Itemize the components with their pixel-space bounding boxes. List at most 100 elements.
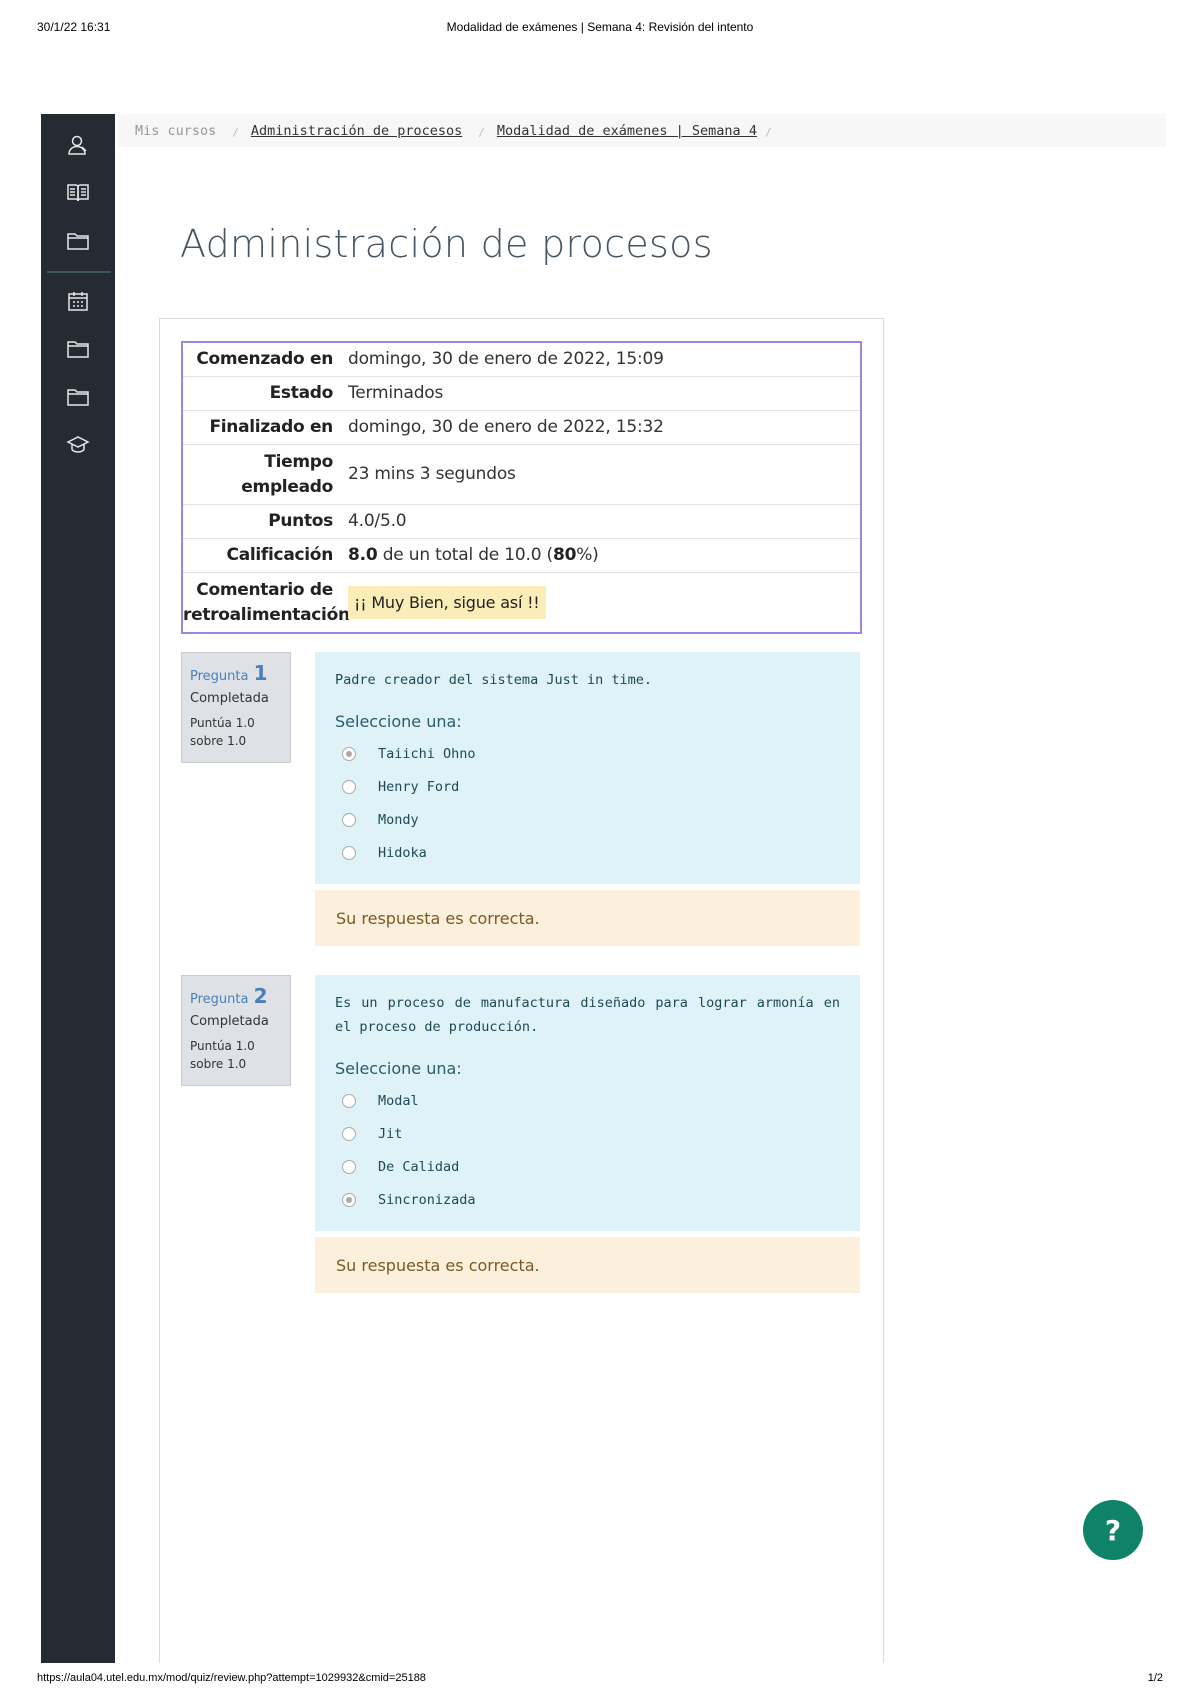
sidebar-item-folder-3[interactable] bbox=[41, 377, 115, 417]
help-button[interactable]: ? bbox=[1083, 1500, 1143, 1560]
answer-option[interactable]: Hidoka bbox=[335, 836, 840, 869]
summary-label-line: retroalimentación bbox=[183, 604, 350, 625]
radio[interactable] bbox=[342, 845, 356, 860]
sidebar-item-calendar[interactable] bbox=[41, 281, 115, 321]
question-grade: Puntúa 1.0 sobre 1.0 bbox=[190, 1037, 282, 1073]
grade-value: 8.0 bbox=[348, 545, 378, 565]
attempt-summary-table: Comenzado en domingo, 30 de enero de 202… bbox=[181, 341, 862, 634]
question-content-2: Es un proceso de manufactura diseñado pa… bbox=[315, 975, 860, 1231]
question-grade-line: sobre 1.0 bbox=[190, 734, 247, 748]
answer-option[interactable]: Henry Ford bbox=[335, 770, 840, 803]
radio-selected[interactable] bbox=[342, 746, 356, 761]
radio[interactable] bbox=[342, 1126, 356, 1141]
radio[interactable] bbox=[342, 779, 356, 794]
sidebar-item-courses[interactable] bbox=[41, 173, 115, 213]
graduation-cap-icon bbox=[66, 436, 90, 453]
radio[interactable] bbox=[342, 1093, 356, 1108]
summary-row-feedback: Comentario de retroalimentación ¡¡ Muy B… bbox=[183, 573, 860, 632]
select-prompt: Seleccione una: bbox=[335, 712, 462, 731]
radio[interactable] bbox=[342, 1159, 356, 1174]
select-prompt: Seleccione una: bbox=[335, 1059, 462, 1078]
user-icon bbox=[68, 135, 87, 155]
question-label: Pregunta bbox=[190, 669, 249, 684]
question-number: 2 bbox=[253, 984, 268, 1008]
sidebar-item-files[interactable] bbox=[41, 221, 115, 261]
summary-row-finished: Finalizado en domingo, 30 de enero de 20… bbox=[183, 411, 860, 445]
answer-option[interactable]: Taiichi Ohno bbox=[335, 737, 840, 770]
radio-selected[interactable] bbox=[342, 1192, 356, 1207]
radio[interactable] bbox=[342, 812, 356, 827]
question-info-2: Pregunta 2 Completada Puntúa 1.0 sobre 1… bbox=[181, 975, 291, 1086]
calendar-icon bbox=[68, 292, 88, 311]
answer-label: Taiichi Ohno bbox=[378, 745, 476, 762]
answer-option[interactable]: De Calidad bbox=[335, 1150, 840, 1183]
answer-label: Sincronizada bbox=[378, 1191, 476, 1208]
question-state: Completada bbox=[190, 691, 269, 706]
summary-label: Tiempo empleado bbox=[183, 450, 348, 500]
sidebar-item-folder-2[interactable] bbox=[41, 329, 115, 369]
feedback-badge: ¡¡ Muy Bien, sigue así !! bbox=[348, 586, 546, 619]
question-text: Es un proceso de manufactura diseñado pa… bbox=[335, 995, 840, 1035]
print-url: https://aula04.utel.edu.mx/mod/quiz/revi… bbox=[37, 1672, 426, 1684]
summary-row-state: Estado Terminados bbox=[183, 377, 860, 411]
summary-label-line: empleado bbox=[241, 476, 333, 497]
question-outcome: Su respuesta es correcta. bbox=[315, 890, 860, 946]
sidebar-item-profile[interactable] bbox=[41, 125, 115, 165]
summary-value: Terminados bbox=[348, 383, 444, 403]
answer-option[interactable]: Mondy bbox=[335, 803, 840, 836]
summary-row-started: Comenzado en domingo, 30 de enero de 202… bbox=[183, 343, 860, 377]
summary-row-grade: Calificación 8.0 de un total de 10.0 (80… bbox=[183, 539, 860, 573]
summary-label: Finalizado en bbox=[209, 417, 333, 437]
question-label: Pregunta bbox=[190, 992, 249, 1007]
breadcrumb-course[interactable]: Administración de procesos bbox=[251, 123, 462, 139]
question-content-1: Padre creador del sistema Just in time. … bbox=[315, 652, 860, 884]
question-grade-line: sobre 1.0 bbox=[190, 1057, 247, 1071]
summary-value: 23 mins 3 segundos bbox=[348, 464, 516, 484]
summary-value: 4.0/5.0 bbox=[348, 511, 407, 531]
answer-label: De Calidad bbox=[378, 1158, 460, 1175]
grade-percent: 80 bbox=[552, 545, 577, 565]
breadcrumb-separator: / bbox=[764, 126, 772, 139]
summary-value: domingo, 30 de enero de 2022, 15:32 bbox=[348, 417, 664, 437]
answer-option[interactable]: Sincronizada bbox=[335, 1183, 840, 1216]
breadcrumb: Mis cursos / Administración de procesos … bbox=[118, 114, 1166, 147]
folder-icon bbox=[67, 341, 89, 358]
answer-option[interactable]: Jit bbox=[335, 1117, 840, 1150]
book-icon bbox=[67, 184, 89, 202]
summary-label-line: Tiempo bbox=[264, 451, 333, 472]
summary-label: Comentario de retroalimentación bbox=[183, 578, 350, 628]
breadcrumb-separator: / bbox=[232, 126, 239, 139]
breadcrumb-separator: / bbox=[478, 126, 485, 139]
answer-label: Mondy bbox=[378, 811, 419, 828]
summary-value: 8.0 de un total de 10.0 (80%) bbox=[348, 543, 860, 568]
print-footer: https://aula04.utel.edu.mx/mod/quiz/revi… bbox=[37, 1672, 1163, 1688]
summary-label: Calificación bbox=[226, 545, 334, 565]
summary-label: Estado bbox=[269, 383, 334, 403]
question-grade-line: Puntúa 1.0 bbox=[190, 716, 255, 730]
breadcrumb-quiz[interactable]: Modalidad de exámenes | Semana 4 bbox=[497, 123, 757, 139]
folder-icon bbox=[67, 233, 89, 250]
grade-text-end: %) bbox=[576, 545, 599, 565]
answer-label: Hidoka bbox=[378, 844, 427, 861]
sidebar bbox=[41, 114, 115, 1663]
question-grade-line: Puntúa 1.0 bbox=[190, 1039, 255, 1053]
sidebar-item-grades[interactable] bbox=[41, 425, 115, 465]
summary-value: ¡¡ Muy Bien, sigue así !! bbox=[348, 586, 860, 619]
answer-label: Henry Ford bbox=[378, 778, 460, 795]
folder-icon bbox=[67, 389, 89, 406]
answer-label: Jit bbox=[378, 1125, 403, 1142]
page-title: Administración de procesos bbox=[180, 222, 713, 266]
summary-row-time: Tiempo empleado 23 mins 3 segundos bbox=[183, 445, 860, 505]
question-info-1: Pregunta 1 Completada Puntúa 1.0 sobre 1… bbox=[181, 652, 291, 763]
print-page-title: Modalidad de exámenes | Semana 4: Revisi… bbox=[446, 20, 754, 34]
question-number: 1 bbox=[253, 661, 268, 685]
summary-label: Puntos bbox=[268, 511, 333, 531]
sidebar-divider bbox=[47, 271, 111, 273]
answer-option[interactable]: Modal bbox=[335, 1084, 840, 1117]
summary-row-points: Puntos 4.0/5.0 bbox=[183, 505, 860, 539]
print-header: 30/1/22 16:31 Modalidad de exámenes | Se… bbox=[37, 20, 1163, 36]
question-grade: Puntúa 1.0 sobre 1.0 bbox=[190, 714, 282, 750]
breadcrumb-my-courses[interactable]: Mis cursos bbox=[135, 123, 216, 139]
grade-text: de un total de 10.0 ( bbox=[377, 545, 553, 565]
answer-label: Modal bbox=[378, 1092, 419, 1109]
